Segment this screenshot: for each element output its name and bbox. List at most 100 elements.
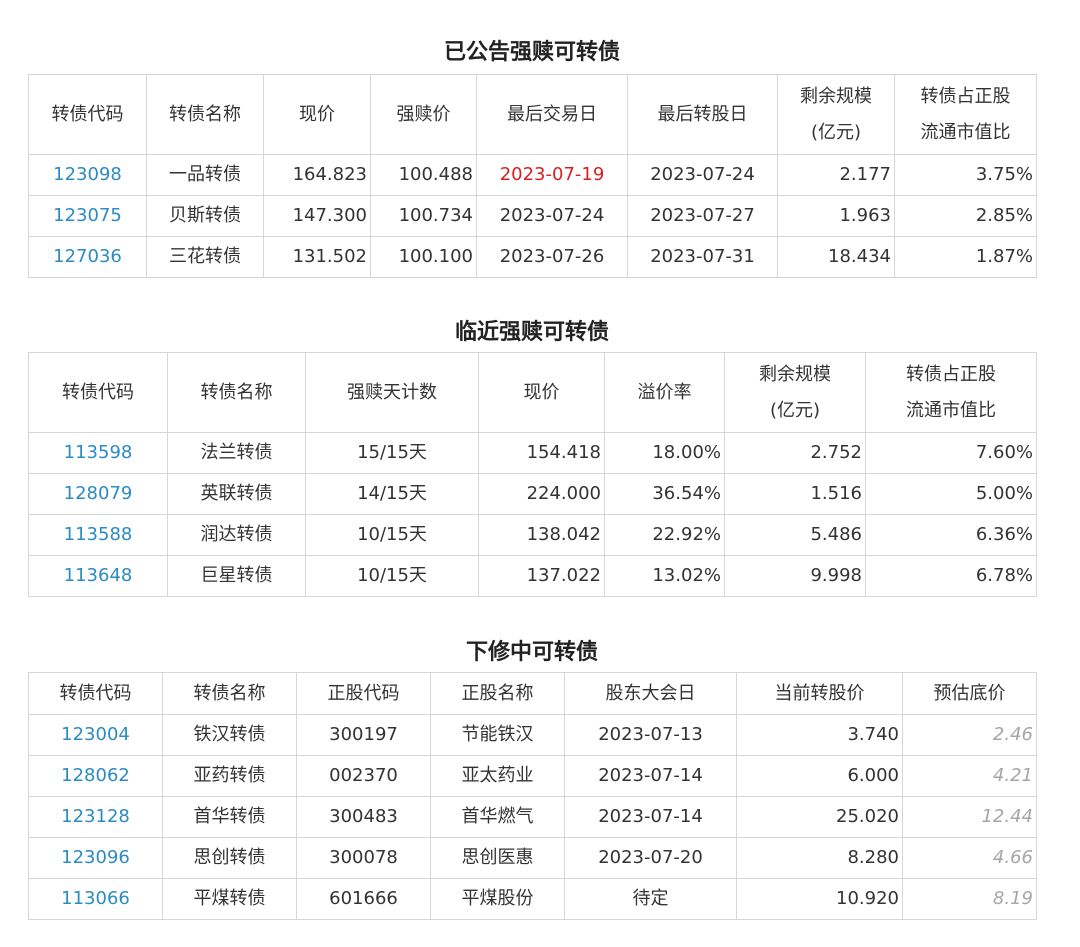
- col-header-redeem-price: 强赎价: [370, 74, 477, 155]
- col-header-float-ratio: 转债占正股 流通市值比: [865, 352, 1037, 433]
- stock-code-cell: 300483: [296, 796, 431, 838]
- meeting-date-cell: 2023-07-14: [564, 755, 737, 797]
- announced-redemption-table: 转债代码 转债名称 现价 强赎价 最后交易日 最后转股日 剩余规模 (亿元) 转…: [28, 74, 1037, 278]
- bond-name: 英联转债: [167, 473, 306, 515]
- stock-code-cell: 300197: [296, 714, 431, 756]
- stock-name-cell: 节能铁汉: [430, 714, 565, 756]
- table-row: 123128 首华转债 300483 首华燃气 2023-07-14 25.02…: [28, 796, 1037, 838]
- premium-rate-cell: 36.54%: [604, 473, 725, 515]
- header-line: (亿元): [810, 121, 862, 143]
- redeem-day-count-cell: 14/15天: [305, 473, 479, 515]
- remaining-scale-cell: 1.963: [777, 195, 895, 237]
- price-cell: 224.000: [478, 473, 605, 515]
- last-trade-date-cell: 2023-07-19: [476, 154, 628, 196]
- col-header-stock-code: 正股代码: [296, 672, 431, 715]
- header-line: 流通市值比: [906, 399, 996, 421]
- convert-price-cell: 6.000: [736, 755, 903, 797]
- stock-name-cell: 思创医惠: [430, 837, 565, 879]
- table-row: 113648 巨星转债 10/15天 137.022 13.02% 9.998 …: [28, 555, 1037, 597]
- col-header-name: 转债名称: [167, 352, 306, 433]
- bond-code-link[interactable]: 123075: [28, 195, 147, 237]
- col-header-remaining-scale: 剩余规模 (亿元): [777, 74, 895, 155]
- float-ratio-cell: 1.87%: [894, 236, 1037, 278]
- bond-code-link[interactable]: 123128: [28, 796, 163, 838]
- last-trade-date-cell: 2023-07-26: [476, 236, 628, 278]
- table-row: 113066 平煤转债 601666 平煤股份 待定 10.920 8.19: [28, 878, 1037, 920]
- redeem-price-cell: 100.734: [370, 195, 477, 237]
- table-header-row: 转债代码 转债名称 现价 强赎价 最后交易日 最后转股日 剩余规模 (亿元) 转…: [28, 74, 1037, 155]
- col-header-redeem-day-count: 强赎天计数: [305, 352, 479, 433]
- bond-code-link[interactable]: 113588: [28, 514, 168, 556]
- col-header-last-trade-date: 最后交易日: [476, 74, 628, 155]
- remaining-scale-cell: 2.177: [777, 154, 895, 196]
- table-header-row: 转债代码 转债名称 正股代码 正股名称 股东大会日 当前转股价 预估底价: [28, 672, 1037, 715]
- stock-code-cell: 601666: [296, 878, 431, 920]
- redeem-day-count-cell: 10/15天: [305, 555, 479, 597]
- table-row: 113588 润达转债 10/15天 138.042 22.92% 5.486 …: [28, 514, 1037, 556]
- table-header-row: 转债代码 转债名称 强赎天计数 现价 溢价率 剩余规模 (亿元) 转债占正股 流…: [28, 352, 1037, 433]
- bond-name: 平煤转债: [162, 878, 297, 920]
- table-row: 128062 亚药转债 002370 亚太药业 2023-07-14 6.000…: [28, 755, 1037, 797]
- remaining-scale-cell: 9.998: [724, 555, 866, 597]
- bond-name: 三花转债: [146, 236, 264, 278]
- meeting-date-cell: 2023-07-20: [564, 837, 737, 879]
- bond-name: 法兰转债: [167, 432, 306, 474]
- price-cell: 137.022: [478, 555, 605, 597]
- last-trade-date-cell: 2023-07-24: [476, 195, 628, 237]
- table-row: 127036 三花转债 131.502 100.100 2023-07-26 2…: [28, 236, 1037, 278]
- bond-name: 一品转债: [146, 154, 264, 196]
- bond-name: 贝斯转债: [146, 195, 264, 237]
- premium-rate-cell: 18.00%: [604, 432, 725, 474]
- col-header-code: 转债代码: [28, 672, 163, 715]
- estimated-floor-cell: 12.44: [902, 796, 1037, 838]
- col-header-name: 转债名称: [146, 74, 264, 155]
- bond-code-link[interactable]: 113066: [28, 878, 163, 920]
- bond-code-link[interactable]: 127036: [28, 236, 147, 278]
- col-header-last-convert-date: 最后转股日: [627, 74, 778, 155]
- bond-name: 润达转债: [167, 514, 306, 556]
- bond-name: 首华转债: [162, 796, 297, 838]
- col-header-price: 现价: [263, 74, 371, 155]
- bond-code-link[interactable]: 128079: [28, 473, 168, 515]
- bond-code-link[interactable]: 123096: [28, 837, 163, 879]
- table-row: 123098 一品转债 164.823 100.488 2023-07-19 2…: [28, 154, 1037, 196]
- col-header-stock-name: 正股名称: [430, 672, 565, 715]
- bond-code-link[interactable]: 128062: [28, 755, 163, 797]
- col-header-convert-price: 当前转股价: [736, 672, 903, 715]
- price-cell: 154.418: [478, 432, 605, 474]
- bond-code-link[interactable]: 113648: [28, 555, 168, 597]
- col-header-code: 转债代码: [28, 74, 147, 155]
- table-row: 123096 思创转债 300078 思创医惠 2023-07-20 8.280…: [28, 837, 1037, 879]
- float-ratio-cell: 3.75%: [894, 154, 1037, 196]
- stock-code-cell: 300078: [296, 837, 431, 879]
- header-line: 流通市值比: [920, 121, 1011, 143]
- premium-rate-cell: 22.92%: [604, 514, 725, 556]
- price-cell: 131.502: [263, 236, 371, 278]
- meeting-date-cell: 2023-07-14: [564, 796, 737, 838]
- redeem-day-count-cell: 10/15天: [305, 514, 479, 556]
- col-header-name: 转债名称: [162, 672, 297, 715]
- revising-section-title: 下修中可转债: [465, 640, 598, 665]
- convert-price-cell: 25.020: [736, 796, 903, 838]
- bond-code-link[interactable]: 123004: [28, 714, 163, 756]
- premium-rate-cell: 13.02%: [604, 555, 725, 597]
- announced-section-title: 已公告强赎可转债: [443, 40, 620, 65]
- redeem-price-cell: 100.488: [370, 154, 477, 196]
- header-line: 转债占正股: [920, 85, 1011, 107]
- col-header-remaining-scale: 剩余规模 (亿元): [724, 352, 866, 433]
- last-convert-date-cell: 2023-07-31: [627, 236, 778, 278]
- bond-code-link[interactable]: 113598: [28, 432, 168, 474]
- bond-name: 铁汉转债: [162, 714, 297, 756]
- float-ratio-cell: 2.85%: [894, 195, 1037, 237]
- redeem-day-count-cell: 15/15天: [305, 432, 479, 474]
- header-line: 剩余规模: [800, 85, 872, 107]
- float-ratio-cell: 7.60%: [865, 432, 1037, 474]
- table-row: 123075 贝斯转债 147.300 100.734 2023-07-24 2…: [28, 195, 1037, 237]
- stock-name-cell: 平煤股份: [430, 878, 565, 920]
- col-header-price: 现价: [478, 352, 605, 433]
- meeting-date-cell: 2023-07-13: [564, 714, 737, 756]
- col-header-meeting-date: 股东大会日: [564, 672, 737, 715]
- bond-code-link[interactable]: 123098: [28, 154, 147, 196]
- col-header-code: 转债代码: [28, 352, 168, 433]
- header-line: 转债占正股: [906, 363, 996, 385]
